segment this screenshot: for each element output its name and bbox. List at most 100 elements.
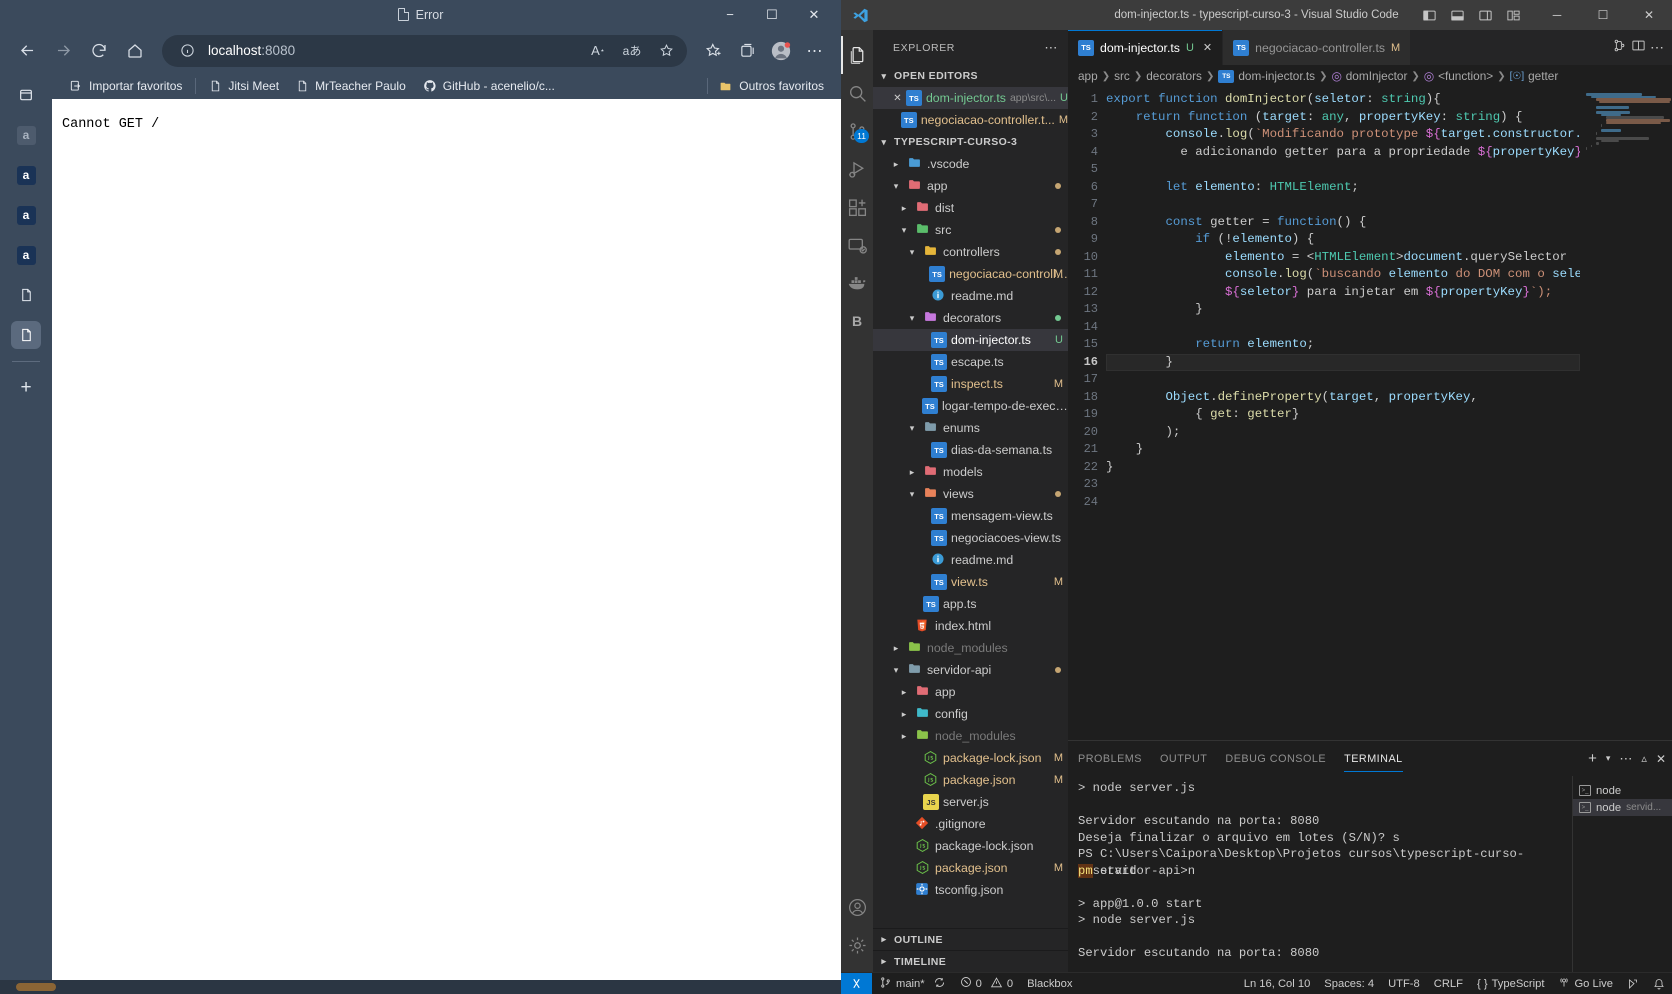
vscode-maximize-button[interactable]: ☐ xyxy=(1580,0,1626,30)
status-cursor-position[interactable]: Ln 16, Col 10 xyxy=(1237,973,1318,994)
tree-folder-views[interactable]: ▾ views xyxy=(873,483,1068,505)
code-line[interactable]: if (!elemento) { xyxy=(1106,231,1580,249)
vertical-tab-3[interactable]: a xyxy=(11,201,41,229)
status-eol[interactable]: CRLF xyxy=(1427,973,1470,994)
collections-icon[interactable] xyxy=(731,35,763,67)
panel-tab-debug-console[interactable]: DEBUG CONSOLE xyxy=(1225,745,1326,772)
open-editor-item-dom-injector[interactable]: ✕ TS dom-injector.ts app\src\... U xyxy=(873,87,1068,109)
refresh-icon[interactable] xyxy=(82,35,116,67)
vertical-tab-4[interactable]: a xyxy=(11,241,41,269)
maximize-panel-icon[interactable]: ▵ xyxy=(1641,752,1647,765)
tree-folder-dist[interactable]: ▸ dist xyxy=(873,197,1068,219)
remote-window-icon[interactable] xyxy=(841,972,872,994)
toggle-primary-sidebar-icon[interactable] xyxy=(1416,3,1442,27)
back-icon[interactable] xyxy=(10,35,44,67)
project-section-header[interactable]: ▾ TYPESCRIPT-CURSO-3 xyxy=(873,131,1068,153)
translate-icon[interactable]: aあ xyxy=(619,38,645,64)
code-line[interactable]: let elemento: HTMLElement; xyxy=(1106,179,1580,197)
code-content[interactable]: export function domInjector(seletor: str… xyxy=(1106,87,1580,740)
code-line[interactable] xyxy=(1106,371,1580,389)
tree-file-view-ts[interactable]: TS view.ts M xyxy=(873,571,1068,593)
breadcrumb-item-app[interactable]: app xyxy=(1078,69,1098,83)
bookmark-item-mrteacher[interactable]: MrTeacher Paulo xyxy=(289,76,413,96)
editor-tab-dom-injector[interactable]: TS dom-injector.ts U ✕ xyxy=(1068,30,1224,65)
customize-layout-icon[interactable] xyxy=(1500,3,1526,27)
site-info-icon[interactable] xyxy=(174,38,200,64)
browser-maximize-button[interactable]: ☐ xyxy=(751,0,793,29)
status-go-live[interactable]: Go Live xyxy=(1551,973,1620,994)
breadcrumb-item-decorators[interactable]: decorators xyxy=(1146,69,1202,83)
code-line[interactable] xyxy=(1106,494,1580,512)
code-line[interactable]: export function domInjector(seletor: str… xyxy=(1106,91,1580,109)
close-panel-icon[interactable]: ✕ xyxy=(1656,752,1666,766)
status-blackbox[interactable]: Blackbox xyxy=(1020,973,1079,994)
status-feedback-icon[interactable] xyxy=(1620,973,1646,994)
open-editor-item-negociacao-controller[interactable]: TS negociacao-controller.t... M xyxy=(873,109,1068,131)
sync-icon[interactable] xyxy=(933,976,946,992)
address-bar-text[interactable]: localhost:8080 xyxy=(208,43,577,58)
code-line[interactable]: const getter = function() { xyxy=(1106,214,1580,232)
toggle-panel-icon[interactable] xyxy=(1444,3,1470,27)
tree-file--gitignore[interactable]: .gitignore xyxy=(873,813,1068,835)
panel-tab-terminal[interactable]: TERMINAL xyxy=(1344,745,1403,772)
tab-list-icon[interactable] xyxy=(11,81,41,109)
code-line[interactable]: Object.defineProperty(target, propertyKe… xyxy=(1106,389,1580,407)
code-line[interactable]: } xyxy=(1106,353,1580,371)
breadcrumb-item-anon-function[interactable]: <function> xyxy=(1438,69,1493,83)
code-line[interactable]: ); xyxy=(1106,424,1580,442)
tree-file-readme-md[interactable]: readme.md xyxy=(873,549,1068,571)
address-bar[interactable]: localhost:8080 A ⋆ aあ xyxy=(162,34,687,67)
terminal-list-item-node-servidor[interactable]: >_ node servid... xyxy=(1573,799,1672,816)
status-problems[interactable]: 0 0 xyxy=(953,973,1020,994)
tree-folder-models[interactable]: ▸ models xyxy=(873,461,1068,483)
chevron-down-icon[interactable]: ▾ xyxy=(897,225,911,236)
activitybar-item-explorer[interactable] xyxy=(841,36,873,74)
new-tab-button[interactable]: + xyxy=(11,374,41,402)
chevron-down-icon[interactable]: ▾ xyxy=(889,181,903,192)
vscode-minimize-button[interactable]: ─ xyxy=(1534,0,1580,30)
code-line[interactable] xyxy=(1106,161,1580,179)
chevron-down-icon[interactable]: ▾ xyxy=(905,313,919,324)
code-line[interactable]: } xyxy=(1106,459,1580,477)
tree-file-package-lock-json[interactable]: package-lock.json M xyxy=(873,747,1068,769)
chevron-down-icon[interactable]: ▾ xyxy=(905,247,919,258)
activitybar-item-source-control[interactable]: 11 xyxy=(841,112,873,150)
settings-and-more-icon[interactable]: ⋯ xyxy=(799,35,831,67)
breadcrumb-item-dominjector[interactable]: domInjector xyxy=(1346,69,1408,83)
activitybar-item-docker[interactable] xyxy=(841,264,873,302)
status-encoding[interactable]: UTF-8 xyxy=(1381,973,1427,994)
more-actions-icon[interactable]: ⋯ xyxy=(1650,39,1664,56)
toggle-secondary-sidebar-icon[interactable] xyxy=(1472,3,1498,27)
tree-folder--vscode[interactable]: ▸ .vscode xyxy=(873,153,1068,175)
code-line[interactable]: return elemento; xyxy=(1106,336,1580,354)
tree-file-escape-ts[interactable]: TS escape.ts xyxy=(873,351,1068,373)
vertical-tab-6-active[interactable] xyxy=(11,321,41,349)
tree-folder-controllers[interactable]: ▾ controllers xyxy=(873,241,1068,263)
tree-file-mensagem-view-ts[interactable]: TS mensagem-view.ts xyxy=(873,505,1068,527)
read-aloud-icon[interactable]: A ⋆ xyxy=(585,38,611,64)
vscode-close-button[interactable]: ✕ xyxy=(1626,0,1672,30)
chevron-right-icon[interactable]: ▸ xyxy=(889,643,903,654)
activitybar-item-accounts[interactable] xyxy=(841,888,873,926)
bookmark-folder-others[interactable]: Outros favoritos xyxy=(711,76,831,96)
bookmark-item-import[interactable]: Importar favoritos xyxy=(62,76,189,96)
tree-folder-src[interactable]: ▾ src xyxy=(873,219,1068,241)
tree-file-package-lock-json[interactable]: package-lock.json xyxy=(873,835,1068,857)
tree-file-dias-da-semana-ts[interactable]: TS dias-da-semana.ts xyxy=(873,439,1068,461)
activitybar-item-extensions[interactable] xyxy=(841,188,873,226)
home-icon[interactable] xyxy=(118,35,152,67)
tree-file-server-js[interactable]: JS server.js xyxy=(873,791,1068,813)
more-actions-icon[interactable]: ⋯ xyxy=(1619,751,1632,767)
code-line[interactable] xyxy=(1106,476,1580,494)
code-line[interactable] xyxy=(1106,319,1580,337)
activitybar-item-run-and-debug[interactable] xyxy=(841,150,873,188)
code-line[interactable]: e adicionando getter para a propriedade … xyxy=(1106,144,1580,162)
tree-file-package-json[interactable]: package.json M xyxy=(873,857,1068,879)
tree-file-tsconfig-json[interactable]: tsconfig.json xyxy=(873,879,1068,901)
chevron-right-icon[interactable]: ▸ xyxy=(897,731,911,742)
activitybar-item-manage[interactable] xyxy=(841,926,873,964)
explorer-more-actions-icon[interactable]: ⋯ xyxy=(1044,40,1062,56)
add-favorite-icon[interactable] xyxy=(653,38,679,64)
tree-file-readme-md[interactable]: readme.md xyxy=(873,285,1068,307)
close-icon[interactable]: ✕ xyxy=(1203,41,1212,54)
